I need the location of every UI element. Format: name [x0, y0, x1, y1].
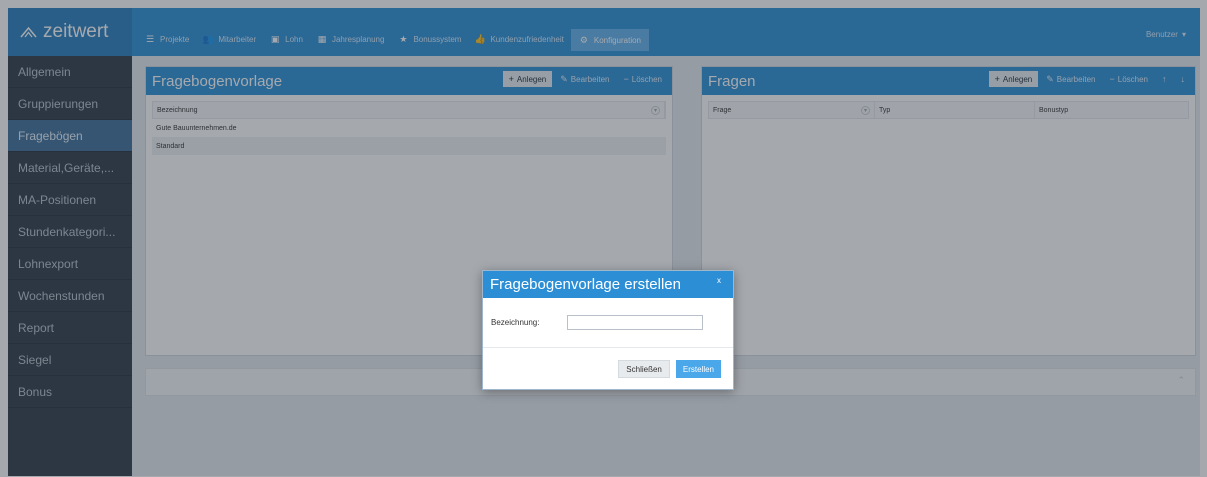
close-button[interactable]: Schließen [618, 360, 670, 378]
create-template-dialog: Fragebogenvorlage erstellen x Bezeichnun… [482, 270, 734, 390]
dialog-title: Fragebogenvorlage erstellen [490, 276, 681, 293]
dialog-header: Fragebogenvorlage erstellen x [483, 271, 733, 298]
close-icon[interactable]: x [717, 276, 721, 285]
dialog-footer: Schließen Erstellen [483, 348, 733, 390]
dialog-body: Bezeichnung: [483, 298, 733, 348]
name-input[interactable] [567, 315, 704, 330]
create-button[interactable]: Erstellen [675, 360, 721, 378]
name-field-label: Bezeichnung: [491, 318, 540, 327]
modal-backdrop[interactable] [0, 0, 1207, 477]
